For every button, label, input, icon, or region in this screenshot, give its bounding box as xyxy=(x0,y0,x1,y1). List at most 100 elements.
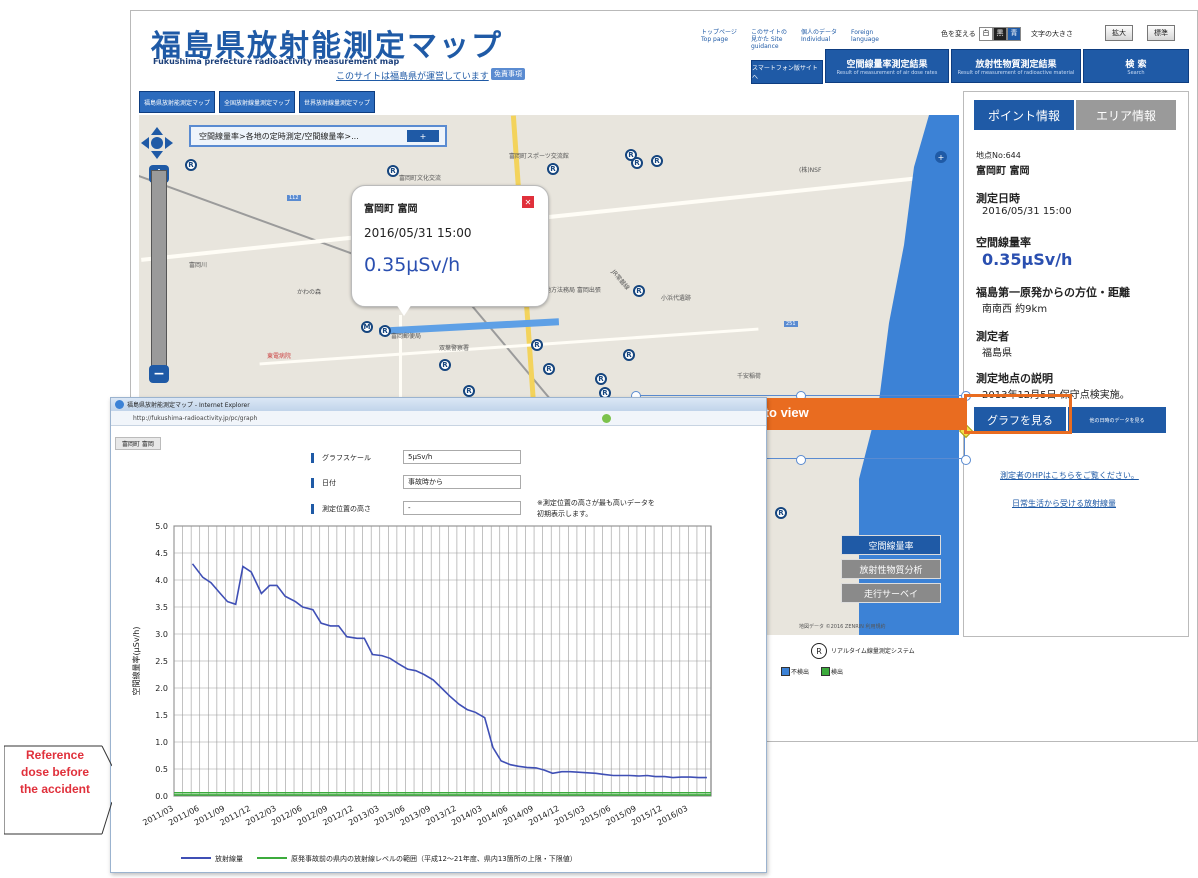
measurement-marker[interactable]: R xyxy=(463,385,475,397)
popup-pointer xyxy=(396,304,412,316)
nav-tab-material-sub: Result of measurement of radioactive mat… xyxy=(957,69,1075,76)
popup-close-icon[interactable]: ✕ xyxy=(522,196,534,208)
measurement-marker-selected[interactable]: R xyxy=(379,325,391,337)
map-label-kobama: 小浜代遺跡 xyxy=(661,295,692,302)
measurer-label: 測定者 xyxy=(976,330,1009,343)
map-tab-world[interactable]: 世界放射線量測定マップ xyxy=(299,91,375,113)
map-label-jr: JR常磐線 xyxy=(609,268,631,292)
tab-area-info[interactable]: エリア情報 xyxy=(1076,100,1176,130)
font-size-label: 文字の大きさ xyxy=(1031,30,1073,38)
legend-detected-swatch xyxy=(821,667,830,676)
layer-material-button[interactable]: 放射性物質分析 xyxy=(841,559,941,579)
measurement-marker[interactable]: R xyxy=(185,159,197,171)
color-black-button[interactable]: 黒 xyxy=(993,27,1007,41)
measurement-marker[interactable]: M xyxy=(361,321,373,333)
font-standard-button[interactable]: 標準 xyxy=(1147,25,1175,41)
top-links: トップページ Top page このサイトの見かた Site guidance … xyxy=(701,29,887,50)
measurement-marker[interactable]: R xyxy=(651,155,663,167)
y-tick-label: 2.5 xyxy=(155,657,168,666)
y-tick-label: 2.0 xyxy=(155,684,168,693)
measurement-marker[interactable]: R xyxy=(387,165,399,177)
map-breadcrumb-button[interactable]: + xyxy=(407,130,439,142)
pan-arrows-icon xyxy=(141,127,173,159)
color-white-button[interactable]: 白 xyxy=(979,27,993,41)
graph-popup-window: 福島県放射能測定マップ - Internet Explorer http://f… xyxy=(110,397,767,873)
y-tick-label: 5.0 xyxy=(155,522,168,531)
map-label-chiba: 千安稲荷 xyxy=(737,373,762,380)
layer-survey-button[interactable]: 走行サーベイ xyxy=(841,583,941,603)
measurement-marker[interactable]: R xyxy=(531,339,543,351)
popup-dose-value: 0.35μSv/h xyxy=(364,254,461,276)
site-notice-link[interactable]: このサイトは福島県が運営しています xyxy=(336,69,489,82)
sea xyxy=(859,115,959,635)
y-tick-label: 1.0 xyxy=(155,738,168,747)
nav-tab-search-label: 検 索 xyxy=(1125,59,1147,70)
time-value: 2016/05/31 15:00 xyxy=(982,206,1072,217)
nav-tab-material-label: 放射性物質測定結果 xyxy=(975,59,1057,70)
map-label-nsf: (株)NSF xyxy=(799,167,822,174)
map-side-control-icon[interactable]: + xyxy=(935,151,947,163)
nav-tab-search-sub: Search xyxy=(1127,69,1145,76)
legend-not-detected-label: 不検出 xyxy=(791,669,810,676)
zoom-out-button[interactable]: − xyxy=(149,365,169,383)
measurement-marker[interactable]: R xyxy=(631,157,643,169)
map-copyright: 地図データ ©2016 ZENRIN 利用規約 xyxy=(799,624,886,630)
graph-button-highlight xyxy=(964,394,1072,434)
disclaimer-badge[interactable]: 免責事項 xyxy=(491,68,525,80)
map-pan-control[interactable] xyxy=(139,125,175,161)
legend-realtime-label: リアルタイム線量測定システム xyxy=(831,648,915,655)
measurement-marker[interactable]: R xyxy=(775,507,787,519)
route-251-sign: 251 xyxy=(784,321,798,327)
side-road xyxy=(259,327,759,366)
legend-detected-label: 検出 xyxy=(831,669,844,676)
y-tick-label: 4.5 xyxy=(155,549,168,558)
measurement-marker[interactable]: R xyxy=(439,359,451,371)
color-change-label: 色を変える xyxy=(941,30,976,38)
measurement-marker[interactable]: R xyxy=(623,349,635,361)
y-tick-label: 4.0 xyxy=(155,576,168,585)
map-tab-fukushima[interactable]: 福島県放射能測定マップ xyxy=(139,91,215,113)
measurement-marker[interactable]: R xyxy=(543,363,555,375)
distance-value: 南南西 約9km xyxy=(982,304,1048,315)
map-label-hospital: 東電病院 xyxy=(267,353,292,360)
nav-tab-radioactive-material[interactable]: 放射性物質測定結果 Result of measurement of radio… xyxy=(951,49,1081,83)
nav-tab-air-dose[interactable]: 空間線量率測定結果 Result of measurement of air d… xyxy=(825,49,949,83)
map-breadcrumb-text: 空間線量率>各地の定時測定/空間線量率>... xyxy=(199,131,359,141)
selection-handle xyxy=(796,455,806,465)
map-label-kawanomori: かわの森 xyxy=(297,289,322,296)
y-tick-label: 0.0 xyxy=(155,792,168,801)
zoom-slider[interactable] xyxy=(151,170,167,370)
measurement-marker[interactable]: R xyxy=(633,285,645,297)
y-tick-label: 1.5 xyxy=(155,711,168,720)
measurement-marker[interactable]: R xyxy=(595,373,607,385)
dose-line-chart: 0.00.51.01.52.02.53.03.54.04.55.02011/03… xyxy=(131,522,712,863)
smartphone-site-button[interactable]: スマートフォン版サイトへ xyxy=(751,60,823,84)
map-layer-breadcrumb[interactable]: 空間線量率>各地の定時測定/空間線量率>... + xyxy=(189,125,447,147)
legend-label-reference: 原発事故前の県内の放射線レベルの範囲（平成12〜21年度、県内13箇所の上限・下… xyxy=(291,854,577,863)
map-tab-national[interactable]: 全国放射線量測定マップ xyxy=(219,91,295,113)
layer-air-dose-button[interactable]: 空間線量率 xyxy=(841,535,941,555)
point-popup: 富岡町 富岡 ✕ 2016/05/31 15:00 0.35μSv/h xyxy=(351,185,549,316)
font-enlarge-button[interactable]: 拡大 xyxy=(1105,25,1133,41)
dose-value: 0.35μSv/h xyxy=(982,250,1073,269)
reference-dose-label: Reference dose before the accident xyxy=(19,748,91,796)
y-tick-label: 0.5 xyxy=(155,765,168,774)
legend-label-dose: 放射線量 xyxy=(215,854,243,863)
top-link-foreign[interactable]: Foreign language xyxy=(851,29,887,50)
route-112-sign: 112 xyxy=(287,195,301,201)
daily-dose-link[interactable]: 日常生活から受ける放射線量 xyxy=(1012,498,1116,509)
top-link-individual[interactable]: 個人のデータ Individual xyxy=(801,29,837,50)
other-dates-button[interactable]: 他の日時のデータを見る xyxy=(1068,407,1166,433)
color-blue-button[interactable]: 青 xyxy=(1007,27,1021,41)
tab-point-info[interactable]: ポイント情報 xyxy=(974,100,1074,130)
point-name: 富岡町 富岡 xyxy=(976,166,1030,177)
map-label-police: 双葉警察署 xyxy=(439,345,470,352)
top-link-home[interactable]: トップページ Top page xyxy=(701,29,737,50)
measurement-marker[interactable]: R xyxy=(547,163,559,175)
dose-label: 空間線量率 xyxy=(976,236,1031,249)
info-panel: ポイント情報 エリア情報 地点No:644 富岡町 富岡 測定日時 2016/0… xyxy=(963,91,1189,637)
measurer-homepage-link[interactable]: 測定者のHPはこちらをご覧ください。 xyxy=(1000,470,1139,481)
map-label-culture: 富岡町文化交流 xyxy=(399,175,442,182)
nav-tab-search[interactable]: 検 索 Search xyxy=(1083,49,1189,83)
top-link-guide[interactable]: このサイトの見かた Site guidance xyxy=(751,29,787,50)
